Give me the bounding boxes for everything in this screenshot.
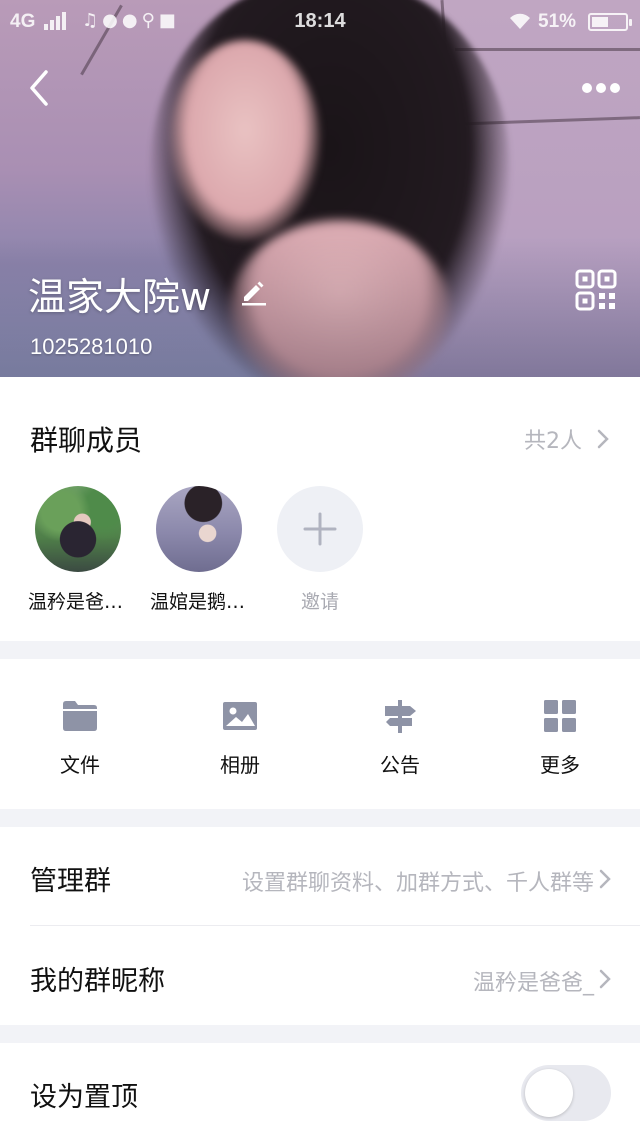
- tools-section: 文件 相册 公告 更多: [0, 659, 640, 809]
- more-dots-icon: [582, 83, 592, 93]
- qr-code-icon[interactable]: [574, 268, 618, 312]
- toggle-knob: [525, 1069, 573, 1117]
- wifi-icon: [510, 13, 530, 29]
- chevron-right-icon[interactable]: [596, 427, 610, 451]
- chevron-right-icon[interactable]: [598, 967, 612, 991]
- cover-wire: [455, 48, 640, 51]
- pin-section: 设为置顶: [0, 1043, 640, 1138]
- member-avatar[interactable]: [35, 486, 121, 572]
- tool-label-album[interactable]: 相册: [200, 749, 280, 778]
- cover-figure-face: [170, 40, 320, 240]
- settings-section: 管理群 设置群聊资料、加群方式、千人群等 我的群昵称 温矜是爸爸_: [0, 827, 640, 1025]
- grid-icon[interactable]: [542, 699, 578, 733]
- plus-icon: [303, 512, 337, 546]
- member-name: 温矜是爸…: [28, 591, 124, 613]
- tool-label-announcement[interactable]: 公告: [360, 749, 440, 778]
- signpost-icon[interactable]: [382, 699, 418, 733]
- pencil-icon[interactable]: [238, 276, 268, 306]
- members-title: 群聊成员: [30, 424, 143, 457]
- nickname-title[interactable]: 我的群昵称: [30, 959, 165, 998]
- tool-label-more[interactable]: 更多: [520, 749, 600, 778]
- manage-group-value[interactable]: 设置群聊资料、加群方式、千人群等: [242, 865, 594, 897]
- battery-icon: [588, 13, 632, 31]
- pin-title: 设为置顶: [30, 1082, 138, 1113]
- members-count[interactable]: 共2人: [524, 423, 582, 455]
- back-button[interactable]: [22, 66, 62, 110]
- manage-group-title[interactable]: 管理群: [30, 859, 111, 898]
- divider: [30, 925, 640, 926]
- chevron-right-icon[interactable]: [598, 867, 612, 891]
- folder-icon[interactable]: [62, 699, 98, 733]
- group-name: 温家大院w: [28, 275, 212, 319]
- tool-label-files[interactable]: 文件: [40, 749, 120, 778]
- member-avatar[interactable]: [156, 486, 242, 572]
- nickname-value[interactable]: 温矜是爸爸_: [473, 965, 594, 997]
- status-bar: 4G ♫●●⚲■ 18:14 51%: [0, 0, 640, 44]
- invite-label: 邀请: [300, 591, 339, 613]
- pin-toggle[interactable]: [521, 1065, 611, 1121]
- battery-percent: 51%: [538, 11, 577, 32]
- member-name: 温婠是鹅…: [150, 591, 246, 613]
- more-button[interactable]: [576, 70, 626, 106]
- image-icon[interactable]: [222, 699, 258, 733]
- group-id: 1025281010: [30, 334, 153, 359]
- members-section: 群聊成员 共2人 温矜是爸… 温婠是鹅… 邀请: [0, 377, 640, 641]
